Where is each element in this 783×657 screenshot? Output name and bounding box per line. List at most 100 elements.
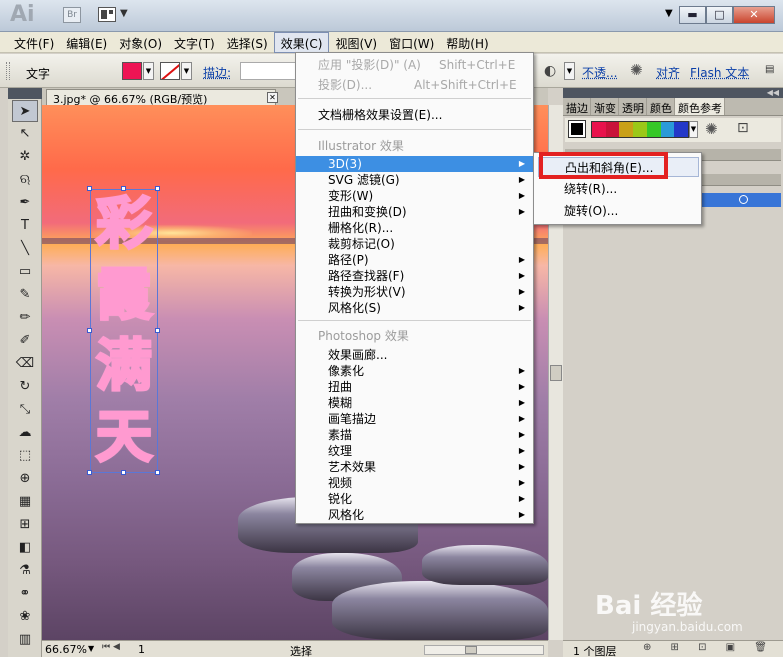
graphic-style-icon[interactable]: ◐ — [544, 63, 556, 79]
bridge-button[interactable]: Br — [63, 7, 81, 23]
shape-builder-tool-icon[interactable]: ⊕ — [12, 468, 38, 490]
menu-distort[interactable]: 扭曲 ▶ — [296, 379, 533, 395]
menu-edit[interactable]: 编辑(E) — [60, 32, 113, 53]
fill-color-swatch[interactable] — [122, 62, 142, 80]
opacity-panel-link[interactable]: 不透... — [582, 64, 617, 81]
resize-handle[interactable] — [155, 186, 160, 191]
harmony-color-swatch[interactable] — [646, 122, 661, 137]
zoom-level[interactable]: 66.67% — [45, 643, 87, 656]
harmony-color-swatch[interactable] — [605, 122, 620, 137]
menu-file[interactable]: 文件(F) — [8, 32, 60, 53]
gradient-tool-icon[interactable]: ◧ — [12, 537, 38, 559]
resize-handle[interactable] — [155, 328, 160, 333]
resize-handle[interactable] — [155, 470, 160, 475]
menu-view[interactable]: 视图(V) — [329, 32, 383, 53]
stroke-panel-link[interactable]: 描边: — [203, 64, 231, 81]
rotate-tool-icon[interactable]: ↻ — [12, 376, 38, 398]
toolbox-header[interactable] — [8, 88, 42, 99]
pen-tool-icon[interactable]: ✒ — [12, 192, 38, 214]
pencil-tool-icon[interactable]: ✏ — [12, 307, 38, 329]
selection-tool-icon[interactable]: ➤ — [12, 100, 38, 122]
document-tab[interactable]: 3.jpg* @ 66.67% (RGB/预览) ✕ — [46, 89, 278, 106]
harmony-color-swatch[interactable] — [660, 122, 675, 137]
stroke-color-swatch[interactable] — [160, 62, 180, 80]
perspective-grid-tool-icon[interactable]: ▦ — [12, 491, 38, 513]
resize-handle[interactable] — [121, 186, 126, 191]
paintbrush-tool-icon[interactable]: ✎ — [12, 284, 38, 306]
recolor-artwork-icon[interactable]: ✺ — [630, 61, 643, 79]
line-tool-icon[interactable]: ╲ — [12, 238, 38, 260]
lasso-tool-icon[interactable]: ଋ — [12, 169, 38, 191]
tab-transparency[interactable]: 透明 — [619, 98, 647, 115]
status-tool-label[interactable]: 选择 — [290, 643, 312, 657]
menu-sketch[interactable]: 素描 ▶ — [296, 427, 533, 443]
menu-stylize-illustrator[interactable]: 风格化(S) ▶ — [296, 300, 533, 316]
horizontal-scrollbar[interactable] — [424, 645, 544, 655]
tab-stroke[interactable]: 描边 — [563, 98, 591, 115]
menu-crop-marks[interactable]: 裁剪标记(O) — [296, 236, 533, 252]
eraser-tool-icon[interactable]: ⌫ — [12, 353, 38, 375]
menu-brush-strokes[interactable]: 画笔描边 ▶ — [296, 411, 533, 427]
mesh-tool-icon[interactable]: ⊞ — [12, 514, 38, 536]
resize-handle[interactable] — [87, 186, 92, 191]
resize-handle[interactable] — [87, 470, 92, 475]
menu-pixelate[interactable]: 像素化 ▶ — [296, 363, 533, 379]
menu-blur[interactable]: 模糊 ▶ — [296, 395, 533, 411]
fill-dropdown-icon[interactable]: ▼ — [143, 62, 154, 80]
eyedropper-tool-icon[interactable]: ⚗ — [12, 560, 38, 582]
rectangle-tool-icon[interactable]: ▭ — [12, 261, 38, 283]
menu-effect-gallery[interactable]: 效果画廊... — [296, 347, 533, 363]
collapse-icon[interactable]: ◀◀ — [767, 88, 779, 97]
magic-wand-tool-icon[interactable]: ✲ — [12, 146, 38, 168]
harmony-rules-strip[interactable] — [591, 121, 689, 138]
chevron-down-icon[interactable]: ▼ — [120, 8, 128, 19]
menu-texture[interactable]: 纹理 ▶ — [296, 443, 533, 459]
harmony-color-swatch[interactable] — [619, 122, 634, 137]
resize-handle[interactable] — [121, 470, 126, 475]
artboard-navigation-icons[interactable]: ⏮ ◀ — [102, 642, 120, 652]
menu-rotate-3d[interactable]: 旋转(O)... — [538, 201, 699, 221]
new-swatch-group-icon[interactable]: ⊡ — [737, 120, 749, 136]
align-panel-link[interactable]: 对齐 — [656, 64, 680, 81]
base-color-swatch[interactable] — [568, 120, 586, 138]
tab-color-guide[interactable]: 颜色参考 — [675, 98, 725, 115]
resize-handle[interactable] — [87, 328, 92, 333]
stroke-dropdown-icon[interactable]: ▼ — [181, 62, 192, 80]
control-bar-grip[interactable] — [6, 62, 10, 80]
menu-select[interactable]: 选择(S) — [221, 32, 274, 53]
blob-brush-tool-icon[interactable]: ✐ — [12, 330, 38, 352]
menu-svg-filters[interactable]: SVG 滤镜(G) ▶ — [296, 172, 533, 188]
menu-revolve[interactable]: 绕转(R)... — [538, 179, 699, 199]
warp-tool-icon[interactable]: ☁ — [12, 422, 38, 444]
panel-dock-header[interactable]: ◀◀ — [563, 88, 783, 98]
control-bar-menu-icon[interactable]: ▤ — [765, 64, 774, 75]
layer-target-icon[interactable] — [739, 195, 748, 204]
free-transform-tool-icon[interactable]: ⬚ — [12, 445, 38, 467]
artboard-number[interactable]: 1 — [138, 643, 145, 656]
arrange-documents-icon[interactable] — [98, 7, 116, 22]
type-tool-icon[interactable]: T — [12, 215, 38, 237]
symbol-sprayer-tool-icon[interactable]: ❀ — [12, 606, 38, 628]
stroke-weight-field[interactable] — [240, 62, 298, 80]
menu-type[interactable]: 文字(T) — [168, 32, 221, 53]
menu-path[interactable]: 路径(P) ▶ — [296, 252, 533, 268]
vertical-scroll-thumb[interactable] — [550, 365, 562, 381]
minimize-button[interactable]: ▬ — [679, 6, 706, 24]
menu-window[interactable]: 窗口(W) — [383, 32, 440, 53]
tab-color[interactable]: 颜色 — [647, 98, 675, 115]
menu-distort-transform[interactable]: 扭曲和变换(D) ▶ — [296, 204, 533, 220]
horizontal-scroll-thumb[interactable] — [465, 646, 477, 654]
close-button[interactable]: ✕ — [733, 6, 775, 24]
column-graph-tool-icon[interactable]: ▥ — [12, 629, 38, 651]
style-dropdown-icon[interactable]: ▼ — [564, 62, 575, 80]
tab-gradient[interactable]: 渐变 — [591, 98, 619, 115]
edit-colors-icon[interactable]: ✺ — [705, 120, 718, 138]
scale-tool-icon[interactable]: ⤡ — [12, 399, 38, 421]
menu-artistic[interactable]: 艺术效果 ▶ — [296, 459, 533, 475]
zoom-dropdown-icon[interactable]: ▼ — [88, 644, 94, 653]
menu-effect[interactable]: 效果(C) — [273, 32, 330, 53]
workspace-dropdown-icon[interactable]: ▼ — [665, 8, 673, 19]
menu-raster-settings[interactable]: 文档栅格效果设置(E)... — [296, 107, 533, 123]
direct-selection-tool-icon[interactable]: ↖ — [12, 123, 38, 145]
menu-warp[interactable]: 变形(W) ▶ — [296, 188, 533, 204]
